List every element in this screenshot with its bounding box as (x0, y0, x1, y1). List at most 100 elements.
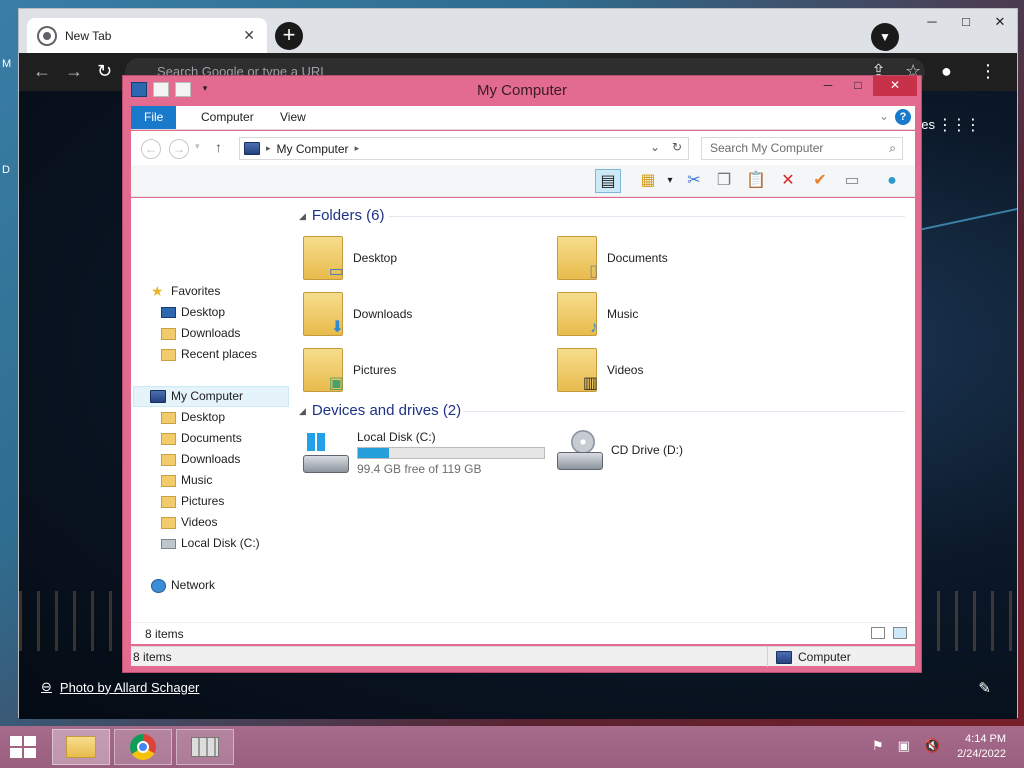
nav-fav-desktop[interactable]: Desktop (161, 302, 225, 323)
chrome-icon (39, 27, 55, 44)
tab-file[interactable]: File (131, 106, 177, 129)
folder-tile-desktop[interactable]: ▭ Desktop (303, 233, 553, 283)
tab-strip: New Tab ✕ + ▼ ─ □ ✕ (19, 9, 1017, 53)
profile-avatar-icon[interactable]: ● (941, 61, 952, 82)
nav-fav-downloads[interactable]: Downloads (161, 323, 240, 344)
folder-tile-videos[interactable]: ▥ Videos (557, 345, 807, 395)
cut-icon[interactable]: ✂ (681, 169, 707, 193)
folder-tile-downloads[interactable]: ⬇ Downloads (303, 289, 553, 339)
breadcrumb-chevron-icon[interactable]: ▸ (355, 143, 360, 154)
outer-status-bar: 8 items Computer (131, 646, 915, 667)
content-pane: ◢ Folders (6) ▭ Desktop ▯ Documents ⬇ Do… (291, 198, 915, 628)
address-dropdown-chevron-icon[interactable]: ⌄ (650, 140, 660, 154)
copy-icon[interactable]: ❐ (711, 169, 737, 193)
action-center-flag-icon[interactable]: ⚑ (872, 738, 884, 754)
tile-label: Documents (607, 251, 668, 265)
nav-fav-recent-places[interactable]: Recent places (161, 344, 257, 365)
clock-time: 4:14 PM (965, 733, 1006, 745)
app-grid-icon (191, 737, 219, 757)
group-header-devices[interactable]: ◢ Devices and drives (2) (299, 401, 461, 421)
expand-ribbon-chevron-icon[interactable]: ⌄ (879, 109, 889, 123)
drive-name: Local Disk (C:) (357, 430, 436, 444)
desktop-label-fragment: M (2, 58, 12, 70)
clock[interactable]: 4:14 PM 2/24/2022 (957, 732, 1006, 762)
network-icon[interactable]: ▣ (898, 738, 910, 754)
nav-my-computer[interactable]: My Computer (133, 386, 289, 407)
nav-desktop[interactable]: Desktop (161, 407, 225, 428)
search-icon[interactable]: ⌕ (889, 138, 896, 159)
details-view-icon[interactable] (871, 627, 885, 639)
paste-icon[interactable]: 📋 (743, 169, 769, 193)
photo-credit-link[interactable]: ⊖ Photo by Allard Schager (41, 679, 199, 695)
address-bar[interactable]: ▸ My Computer ▸ ⌄ ↻ (239, 137, 689, 160)
close-icon[interactable]: ✕ (983, 9, 1017, 37)
tab-search-button[interactable]: ▼ (871, 23, 899, 51)
nav-downloads[interactable]: Downloads (161, 449, 240, 470)
tab-computer[interactable]: Computer (188, 106, 267, 129)
tab-new-tab[interactable]: New Tab ✕ (27, 18, 267, 53)
nav-favorites[interactable]: ★ Favorites (151, 281, 220, 302)
taskbar-chrome[interactable] (114, 729, 172, 765)
group-divider (389, 216, 905, 217)
folder-icon (161, 411, 176, 424)
nav-documents[interactable]: Documents (161, 428, 242, 449)
dropdown-chevron-icon[interactable]: ▾ (657, 169, 683, 193)
customize-pencil-icon[interactable]: ✎ (978, 679, 991, 697)
breadcrumb-my-computer[interactable]: My Computer (277, 142, 349, 156)
star-icon: ★ (151, 283, 164, 299)
preview-pane-icon[interactable]: ▤ (595, 169, 621, 193)
delete-icon[interactable]: ✕ (775, 169, 801, 193)
taskbar-file-explorer[interactable] (52, 729, 110, 765)
nav-local-disk[interactable]: Local Disk (C:) (161, 533, 260, 554)
rename-icon[interactable]: ▭ (839, 169, 865, 193)
menu-dots-icon[interactable]: ⋮ (979, 61, 997, 82)
minimize-icon[interactable]: ─ (915, 9, 949, 37)
nav-music[interactable]: Music (161, 470, 212, 491)
nav-pictures[interactable]: Pictures (161, 491, 224, 512)
back-arrow-icon[interactable]: ← (33, 61, 51, 82)
close-icon[interactable]: ✕ (243, 27, 255, 44)
new-tab-button[interactable]: + (275, 22, 303, 50)
nav-label: Favorites (171, 284, 221, 298)
help-icon[interactable]: ? (895, 109, 911, 125)
refresh-icon[interactable]: ↻ (672, 140, 682, 154)
recent-locations-chevron-icon[interactable]: ▾ (195, 141, 200, 152)
start-button[interactable] (10, 736, 38, 760)
maximize-icon[interactable]: □ (843, 76, 873, 96)
command-toolbar: ▤ ▦ ▾ ✂ ❐ 📋 ✕ ✔ ▭ ● (131, 165, 915, 197)
desktop-icon (161, 307, 176, 318)
minimize-icon[interactable]: ─ (813, 76, 843, 96)
large-icons-view-icon[interactable] (893, 627, 907, 639)
folder-tile-pictures[interactable]: ▣ Pictures (303, 345, 553, 395)
search-input[interactable]: Search My Computer ⌕ (701, 137, 903, 160)
view-toggle (871, 627, 907, 639)
volume-muted-icon[interactable]: 🔇 (924, 738, 940, 754)
item-count: 8 items (145, 627, 184, 641)
pictures-folder-icon: ▣ (303, 348, 344, 392)
group-header-folders[interactable]: ◢ Folders (6) (299, 206, 384, 226)
desktop-label-fragment-2: D (2, 164, 10, 176)
breadcrumb-separator-icon[interactable]: ▸ (266, 143, 271, 154)
forward-arrow-icon[interactable]: → (169, 139, 189, 159)
up-arrow-icon[interactable]: ↑ (215, 139, 222, 155)
tab-view[interactable]: View (267, 106, 319, 129)
nav-videos[interactable]: Videos (161, 512, 217, 533)
forward-arrow-icon[interactable]: → (65, 61, 83, 82)
folder-tile-documents[interactable]: ▯ Documents (557, 233, 807, 283)
checkmark-icon[interactable]: ✔ (807, 169, 833, 193)
maximize-icon[interactable]: □ (949, 9, 983, 37)
computer-icon (150, 390, 166, 403)
nav-network[interactable]: Network (151, 575, 215, 596)
close-icon[interactable]: ✕ (873, 76, 917, 96)
reload-icon[interactable]: ↻ (97, 61, 112, 82)
drive-tile-c[interactable]: Local Disk (C:) 99.4 GB free of 119 GB (303, 430, 545, 476)
explorer-titlebar[interactable]: ▾ My Computer ─ □ ✕ (123, 76, 921, 104)
drive-tile-d[interactable]: CD Drive (D:) (557, 430, 683, 470)
apps-grid-icon[interactable]: ⋮⋮⋮ (937, 115, 981, 135)
taskbar: ⚑ ▣ 🔇 4:14 PM 2/24/2022 (0, 726, 1024, 768)
globe-icon[interactable]: ● (879, 169, 905, 193)
drive-free-space: 99.4 GB free of 119 GB (357, 462, 482, 476)
back-arrow-icon[interactable]: ← (141, 139, 161, 159)
folder-tile-music[interactable]: ♪ Music (557, 289, 807, 339)
taskbar-app-3[interactable] (176, 729, 234, 765)
